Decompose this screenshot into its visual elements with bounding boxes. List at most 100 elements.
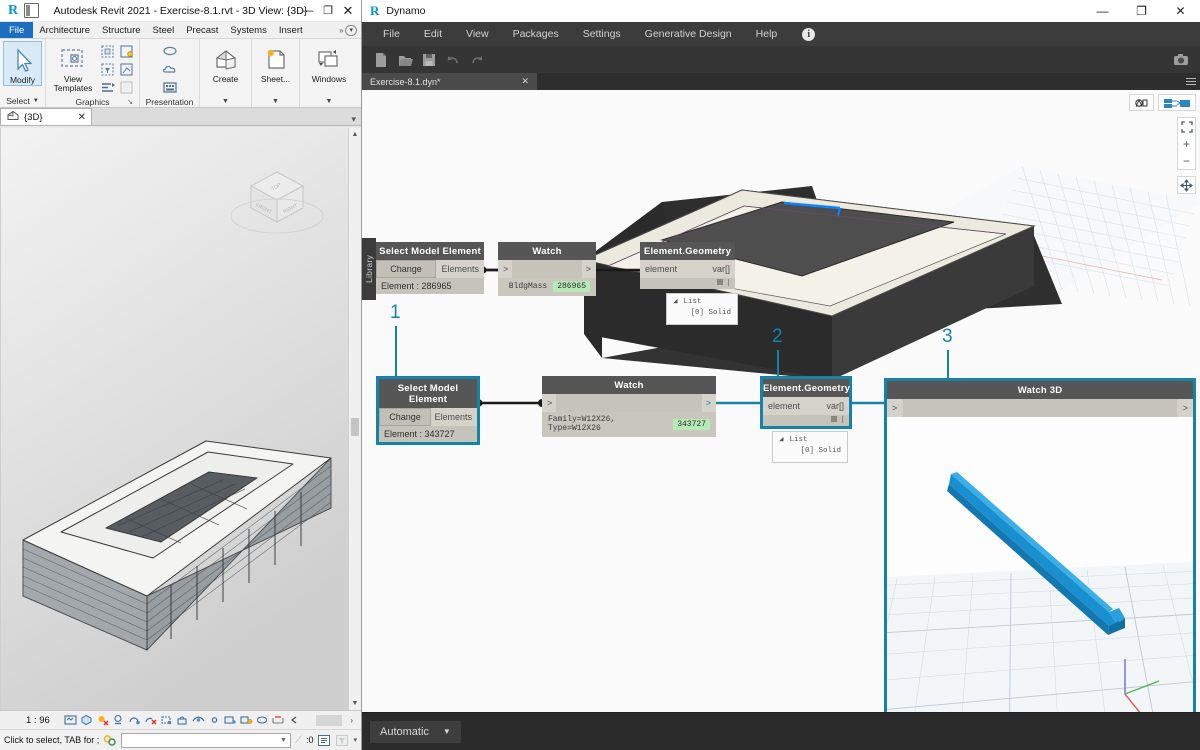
create-button[interactable]: Create <box>205 41 247 84</box>
pan-button[interactable] <box>1177 176 1196 194</box>
sheet-button[interactable]: Sheet... <box>255 41 296 84</box>
crop-region-icon[interactable] <box>160 714 173 726</box>
view-tab-3d[interactable]: {3D} ✕ <box>0 108 92 125</box>
view-tab-close-icon[interactable]: ✕ <box>78 112 86 123</box>
create-panel-dropdown[interactable]: ▼ <box>200 95 251 107</box>
revit-minimize-button[interactable]: — <box>298 2 318 20</box>
menu-settings[interactable]: Settings <box>572 25 632 43</box>
preview-caret-icon[interactable]: ◢ <box>779 435 784 446</box>
ribbon-tab-precast[interactable]: Precast <box>180 22 224 38</box>
output-port[interactable]: > <box>702 394 716 412</box>
analytical-model-icon[interactable] <box>240 714 253 726</box>
lacing-icon[interactable] <box>717 279 723 285</box>
menu-packages[interactable]: Packages <box>502 25 570 43</box>
revit-maximize-button[interactable]: ❐ <box>318 2 338 20</box>
filter-selection-icon[interactable] <box>335 734 349 747</box>
scroll-up-icon[interactable]: ▲ <box>349 128 361 141</box>
thin-lines-icon[interactable] <box>118 61 136 78</box>
input-port[interactable]: > <box>542 394 556 412</box>
scrollbar-thumb[interactable] <box>351 418 359 436</box>
workspace-tab[interactable]: Exercise-8.1.dyn* ✕ <box>362 73 537 90</box>
open-file-icon[interactable] <box>396 51 414 69</box>
input-port-element[interactable]: element <box>640 260 701 278</box>
input-port[interactable]: > <box>887 399 903 417</box>
menu-file[interactable]: File <box>372 25 411 43</box>
dynamo-close-button[interactable]: ✕ <box>1161 0 1200 22</box>
library-panel-tab[interactable]: Library <box>362 238 376 300</box>
windows-panel-dropdown[interactable]: ▼ <box>300 95 358 107</box>
view-range-icon[interactable] <box>99 79 117 96</box>
rendering-icon[interactable] <box>161 43 179 60</box>
zoom-out-button[interactable]: − <box>1178 152 1195 169</box>
output-port[interactable]: > <box>1177 399 1193 417</box>
menu-view[interactable]: View <box>455 25 500 43</box>
workspace-tab-close-icon[interactable]: ✕ <box>521 76 529 87</box>
lacing-icon[interactable] <box>831 416 837 422</box>
sun-path-icon[interactable] <box>96 714 109 726</box>
view-tab-dropdown-icon[interactable]: ▾ <box>351 114 361 125</box>
output-port-elements[interactable]: Elements <box>431 408 477 426</box>
ribbon-tab-insert[interactable]: Insert <box>273 22 309 38</box>
node-element-geometry-bottom[interactable]: Element.Geometry element var[] <box>760 376 852 429</box>
chevron-left-icon[interactable] <box>288 714 301 726</box>
hamburger-icon[interactable] <box>1182 73 1200 90</box>
crop-view-icon[interactable] <box>144 714 157 726</box>
filters-icon[interactable] <box>99 61 117 78</box>
menu-edit[interactable]: Edit <box>413 25 453 43</box>
change-button[interactable]: Change <box>379 408 431 426</box>
zoom-to-fit-button[interactable] <box>1178 118 1195 135</box>
output-port[interactable]: > <box>582 260 596 278</box>
menu-help[interactable]: Help <box>745 25 789 43</box>
undo-icon[interactable] <box>444 51 462 69</box>
view-templates-button[interactable]: View Templates <box>49 41 97 93</box>
node-watch-bottom[interactable]: Watch > > Family=W12X26, Type=W12X26 343… <box>542 376 716 437</box>
geometry-view-toggle[interactable] <box>1129 94 1154 111</box>
ribbon-panel-select-label[interactable]: Select ▼ <box>0 95 45 107</box>
modify-button[interactable]: Modify <box>3 41 42 86</box>
zoom-in-button[interactable]: + <box>1178 135 1195 152</box>
status-filter-combo[interactable]: ▼ <box>121 733 291 748</box>
filter-icon[interactable]: ⟋ <box>295 735 302 746</box>
preview-icon[interactable] <box>728 279 729 286</box>
chevron-right-status-icon[interactable]: › <box>346 716 357 725</box>
output-port-var[interactable]: var[] <box>701 260 735 278</box>
ribbon-tab-architecture[interactable]: Architecture <box>33 22 96 38</box>
view-properties-icon[interactable] <box>118 43 136 60</box>
shadows-icon[interactable] <box>112 714 125 726</box>
info-icon[interactable]: i <box>802 28 815 41</box>
input-port-element[interactable]: element <box>763 397 817 415</box>
visual-style-icon[interactable] <box>80 714 93 726</box>
save-file-icon[interactable] <box>420 51 438 69</box>
change-button[interactable]: Change <box>376 260 436 278</box>
node-select-model-element-bottom[interactable]: Select Model Element Change Elements Ele… <box>376 376 480 445</box>
dynamo-minimize-button[interactable]: — <box>1083 0 1122 22</box>
preview-caret-icon[interactable]: ◢ <box>673 297 678 308</box>
graph-view-toggle[interactable] <box>1158 94 1196 111</box>
ribbon-tab-systems[interactable]: Systems <box>224 22 272 38</box>
input-port[interactable]: > <box>498 260 512 278</box>
temporary-hide-icon[interactable] <box>192 714 205 726</box>
view-scale-label[interactable]: 1 : 96 <box>4 715 50 726</box>
detail-level-icon[interactable] <box>64 714 77 726</box>
ribbon-tab-structure[interactable]: Structure <box>96 22 147 38</box>
graphic-display-options-icon[interactable] <box>118 79 136 96</box>
render-gallery-icon[interactable] <box>161 79 179 96</box>
sheet-panel-dropdown[interactable]: ▼ <box>252 95 299 107</box>
properties-toggle-icon[interactable] <box>317 734 331 747</box>
run-mode-selector[interactable]: Automatic ▼ <box>370 721 461 743</box>
new-file-icon[interactable] <box>372 51 390 69</box>
status-dropdown-icon[interactable]: ▾ <box>353 736 357 744</box>
preview-icon[interactable] <box>842 416 843 423</box>
node-select-model-element-top[interactable]: Select Model Element Change Elements Ele… <box>376 242 484 294</box>
revit-vertical-scrollbar[interactable]: ▲ ▼ <box>348 128 361 710</box>
constraints-icon[interactable] <box>256 714 269 726</box>
node-element-geometry-top[interactable]: Element.Geometry element var[] ◢ List [0… <box>640 242 735 325</box>
dynamo-canvas[interactable]: Library <box>362 90 1200 712</box>
ribbon-tab-overflow[interactable]: ›› ▾ <box>339 22 361 38</box>
render-in-cloud-icon[interactable] <box>161 61 179 78</box>
output-port-var[interactable]: var[] <box>817 397 849 415</box>
temporary-view-props-icon[interactable] <box>224 714 237 726</box>
lock-3d-view-icon[interactable] <box>176 714 189 726</box>
camera-icon[interactable] <box>1172 51 1190 69</box>
watch3d-viewport[interactable] <box>887 419 1193 712</box>
